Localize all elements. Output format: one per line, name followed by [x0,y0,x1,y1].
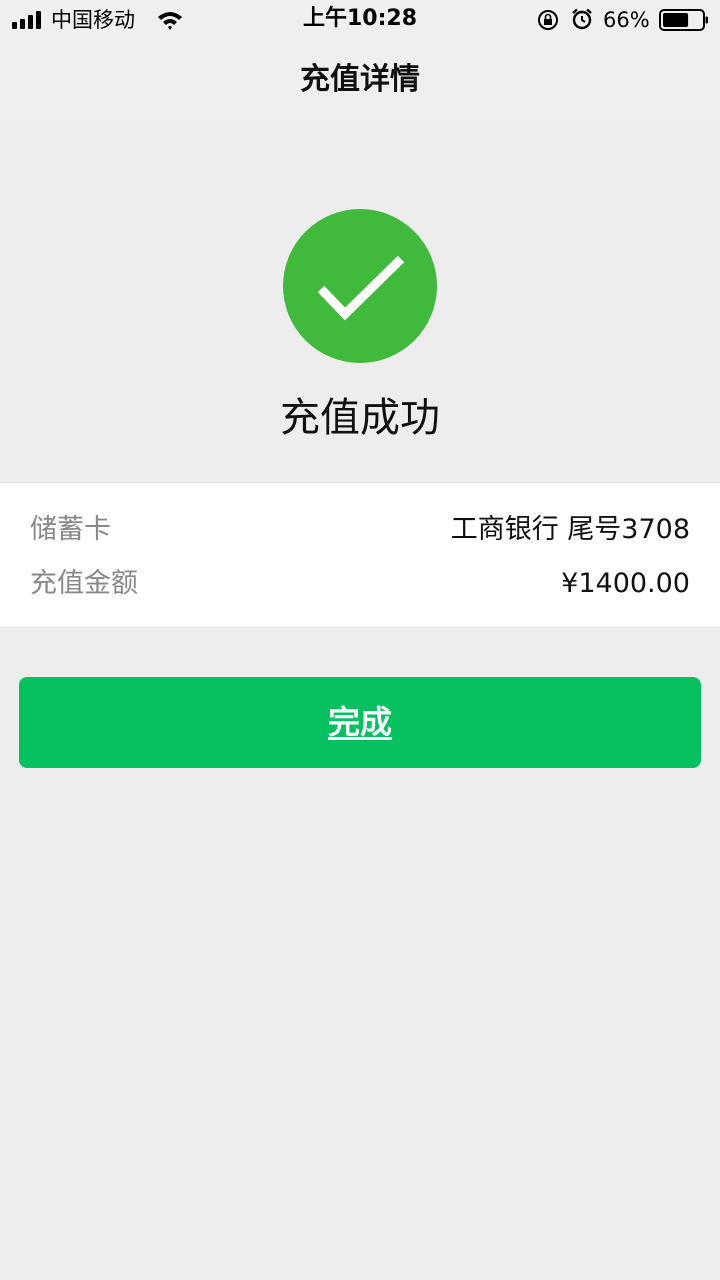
done-button[interactable]: 完成 [19,677,701,768]
detail-row-card: 储蓄卡 工商银行 尾号3708 [30,510,690,550]
rotation-lock-icon [538,10,558,30]
status-message: 充值成功 [280,395,440,441]
detail-label: 充值金额 [30,568,138,599]
page-title: 充值详情 [300,62,420,97]
alarm-icon [572,8,592,30]
recharge-detail-page: 中国移动 上午10:28 66% 充值详情 充值成功 储蓄卡 工商银行 尾号37… [0,0,720,1280]
navigation-bar: 充值详情 [0,40,720,126]
status-bar: 中国移动 上午10:28 66% [0,0,720,40]
battery-percent: 66% [603,8,650,32]
checkmark-icon [317,255,405,321]
done-button-label: 完成 [327,704,392,740]
detail-row-amount: 充值金额 ¥1400.00 [30,564,690,604]
detail-value: 工商银行 尾号3708 [450,514,690,545]
detail-value: ¥1400.00 [561,568,690,599]
detail-label: 储蓄卡 [30,514,111,545]
success-badge [283,209,437,363]
details-card: 储蓄卡 工商银行 尾号3708 充值金额 ¥1400.00 [0,482,720,628]
battery-icon [659,9,708,31]
